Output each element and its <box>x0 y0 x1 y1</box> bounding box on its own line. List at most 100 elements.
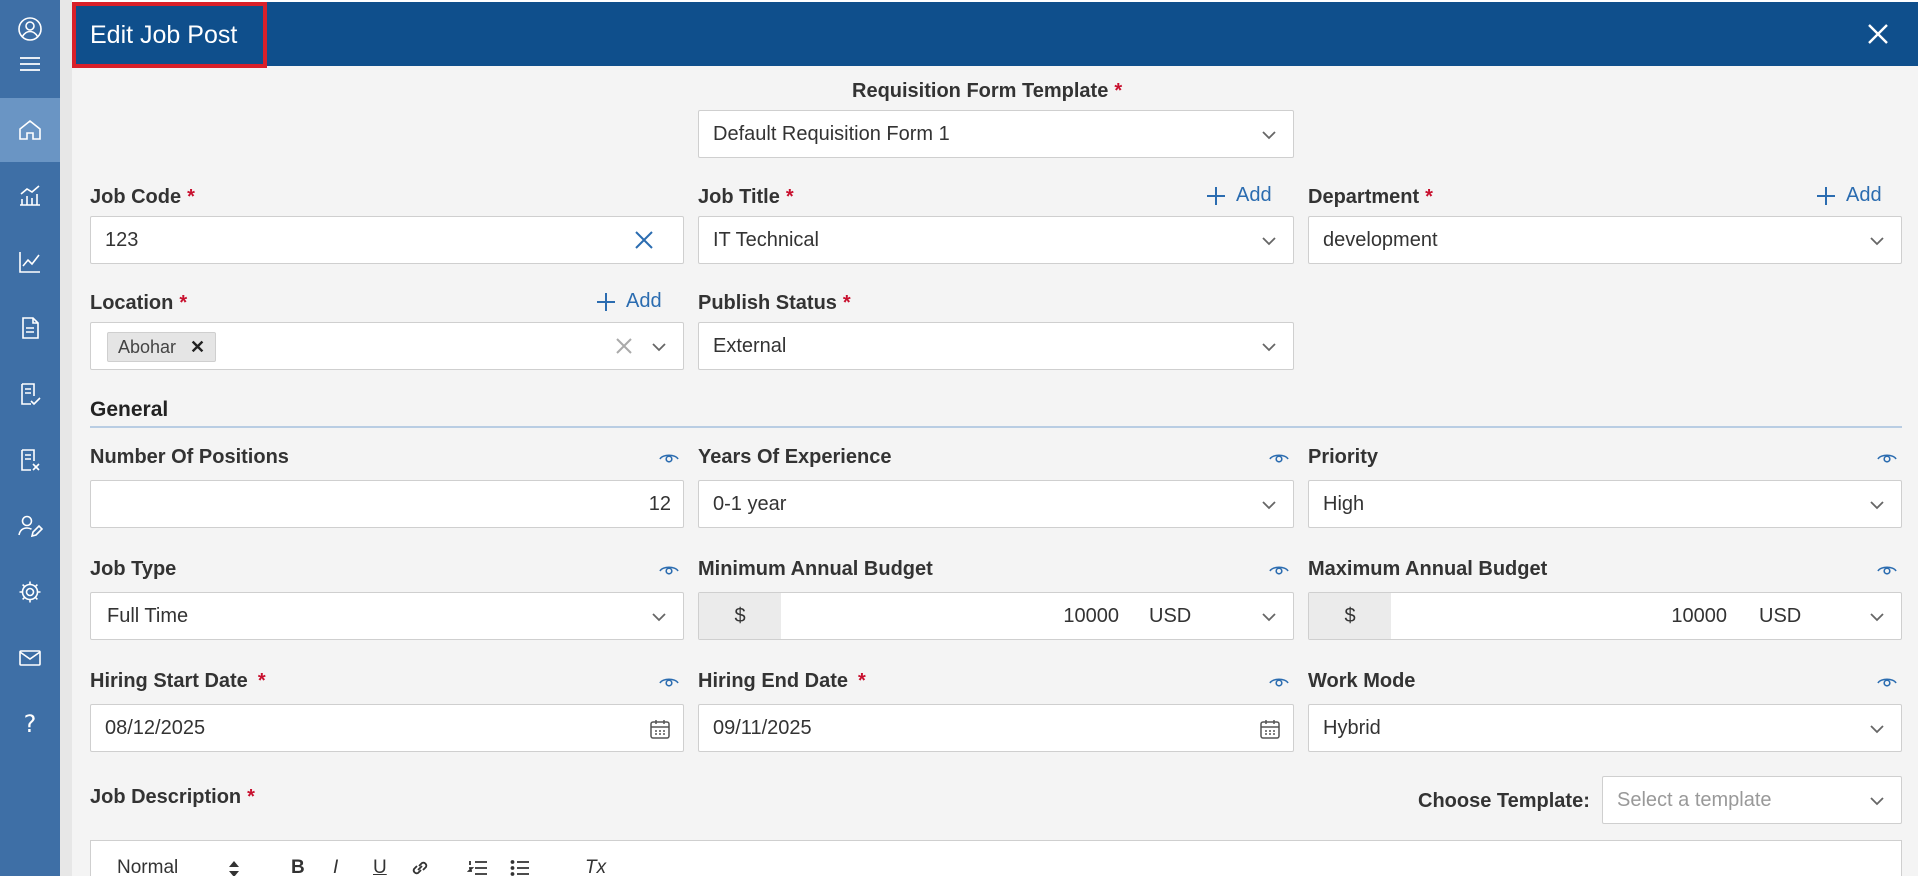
max-budget-amount[interactable]: 10000 <box>1671 605 1727 628</box>
department-value: development <box>1323 229 1438 251</box>
menu-icon[interactable] <box>0 44 60 84</box>
hiring-end-date-input[interactable]: 09/11/2025 <box>698 704 1294 752</box>
currency-prefix: $ <box>1309 593 1391 639</box>
clear-format-button[interactable]: Tx <box>585 857 606 876</box>
visibility-eye-icon[interactable] <box>658 670 680 692</box>
calendar-icon[interactable] <box>1259 718 1281 740</box>
max-budget-currency[interactable]: USD <box>1759 605 1801 628</box>
visibility-eye-icon[interactable] <box>658 558 680 580</box>
calendar-icon[interactable] <box>649 718 671 740</box>
job-description-label: Job Description * <box>90 786 255 808</box>
publish-status-select[interactable]: External <box>698 322 1294 370</box>
job-code-value: 123 <box>105 229 139 251</box>
max-budget-input-group: $ 10000 USD <box>1308 592 1902 640</box>
chevron-down-icon <box>1870 237 1884 246</box>
min-budget-label: Minimum Annual Budget <box>698 558 933 580</box>
clear-icon[interactable] <box>633 229 655 251</box>
job-type-select[interactable]: Full Time <box>90 592 684 640</box>
chevron-down-icon <box>652 613 666 622</box>
visibility-eye-icon[interactable] <box>1876 558 1898 580</box>
line-chart-icon[interactable] <box>0 237 60 287</box>
mail-icon[interactable] <box>0 633 60 683</box>
job-title-label: Job Title * <box>698 186 794 208</box>
job-code-label: Job Code * <box>90 186 195 208</box>
visibility-eye-icon[interactable] <box>1876 670 1898 692</box>
paragraph-style-select[interactable]: Normal <box>117 857 178 876</box>
remove-tag-icon[interactable]: ✕ <box>190 337 205 358</box>
link-icon[interactable] <box>409 857 431 876</box>
plus-icon <box>1817 186 1835 205</box>
priority-value: High <box>1323 493 1365 515</box>
underline-button[interactable]: U <box>373 857 387 876</box>
help-icon[interactable]: ? <box>0 699 60 749</box>
clear-all-icon[interactable] <box>615 337 633 355</box>
visibility-eye-icon[interactable] <box>1268 558 1290 580</box>
add-job-title-button[interactable]: Add <box>1206 184 1272 207</box>
visibility-eye-icon[interactable] <box>1876 446 1898 468</box>
location-label: Location * <box>90 292 188 314</box>
job-type-value: Full Time <box>107 605 189 627</box>
years-of-experience-value: 0-1 year <box>713 493 787 515</box>
min-budget-amount[interactable]: 10000 <box>1063 605 1119 628</box>
max-budget-label: Maximum Annual Budget <box>1308 558 1548 580</box>
chevron-down-icon <box>1870 725 1884 734</box>
settings-icon[interactable] <box>0 567 60 617</box>
bold-button[interactable]: B <box>291 857 305 876</box>
work-mode-select[interactable]: Hybrid <box>1308 704 1902 752</box>
years-of-experience-select[interactable]: 0-1 year <box>698 480 1294 528</box>
italic-button[interactable]: I <box>333 857 338 876</box>
template-select[interactable]: Select a template <box>1602 776 1902 824</box>
chevron-down-icon <box>652 343 666 352</box>
panel-title: Edit Job Post <box>72 2 267 68</box>
visibility-eye-icon[interactable] <box>1268 446 1290 468</box>
visibility-eye-icon[interactable] <box>658 446 680 468</box>
publish-status-label: Publish Status * <box>698 292 851 314</box>
analytics-icon[interactable] <box>0 170 60 220</box>
add-department-button[interactable]: Add <box>1816 184 1882 207</box>
chevron-down-icon[interactable] <box>1869 609 1885 625</box>
number-of-positions-value: 12 <box>648 493 671 515</box>
number-of-positions-input[interactable]: 12 <box>90 480 684 528</box>
department-select[interactable]: development <box>1308 216 1902 264</box>
requisition-template-label: Requisition Form Template * <box>852 80 1123 102</box>
panel-header: Edit Job Post <box>72 2 1918 68</box>
requisition-template-value: Default Requisition Form 1 <box>713 123 950 145</box>
plus-icon <box>1207 186 1225 205</box>
ordered-list-icon[interactable] <box>467 857 489 876</box>
job-title-select[interactable]: IT Technical <box>698 216 1294 264</box>
hiring-end-date-value: 09/11/2025 <box>713 717 812 739</box>
user-edit-icon[interactable] <box>0 501 60 551</box>
work-mode-value: Hybrid <box>1323 717 1381 739</box>
choose-template-label: Choose Template: <box>1418 790 1590 812</box>
chevron-down-icon <box>1870 501 1884 510</box>
document-icon[interactable] <box>0 303 60 353</box>
chevron-down-icon[interactable] <box>1261 609 1277 625</box>
work-mode-label: Work Mode <box>1308 670 1416 692</box>
home-icon[interactable] <box>0 98 60 162</box>
rich-text-editor[interactable]: Normal B I U Tx <box>90 840 1902 876</box>
chevron-down-icon <box>1262 501 1276 510</box>
visibility-eye-icon[interactable] <box>1268 670 1290 692</box>
edit-job-post-panel: Edit Job Post Requisition Form Template *… <box>72 2 1918 876</box>
document-check-icon[interactable] <box>0 369 60 419</box>
location-tag-label: Abohar <box>118 336 177 357</box>
hiring-start-date-input[interactable]: 08/12/2025 <box>90 704 684 752</box>
add-location-button[interactable]: Add <box>596 290 662 313</box>
updown-icon <box>229 861 239 876</box>
hiring-start-date-label: Hiring Start Date * <box>90 670 266 692</box>
chevron-down-icon <box>1262 343 1276 352</box>
location-multiselect[interactable]: Abohar ✕ <box>90 322 684 370</box>
section-divider <box>90 426 1902 428</box>
hiring-start-date-value: 08/12/2025 <box>105 717 206 739</box>
job-code-input[interactable]: 123 <box>90 216 684 264</box>
chevron-down-icon <box>1870 797 1884 806</box>
bullet-list-icon[interactable] <box>509 857 531 876</box>
requisition-template-select[interactable]: Default Requisition Form 1 <box>698 110 1294 158</box>
min-budget-currency[interactable]: USD <box>1149 605 1191 628</box>
background-page <box>60 0 72 876</box>
close-icon[interactable] <box>1862 18 1894 50</box>
chevron-down-icon <box>1262 131 1276 140</box>
priority-select[interactable]: High <box>1308 480 1902 528</box>
hiring-end-date-label: Hiring End Date * <box>698 670 866 692</box>
document-remove-icon[interactable] <box>0 435 60 485</box>
